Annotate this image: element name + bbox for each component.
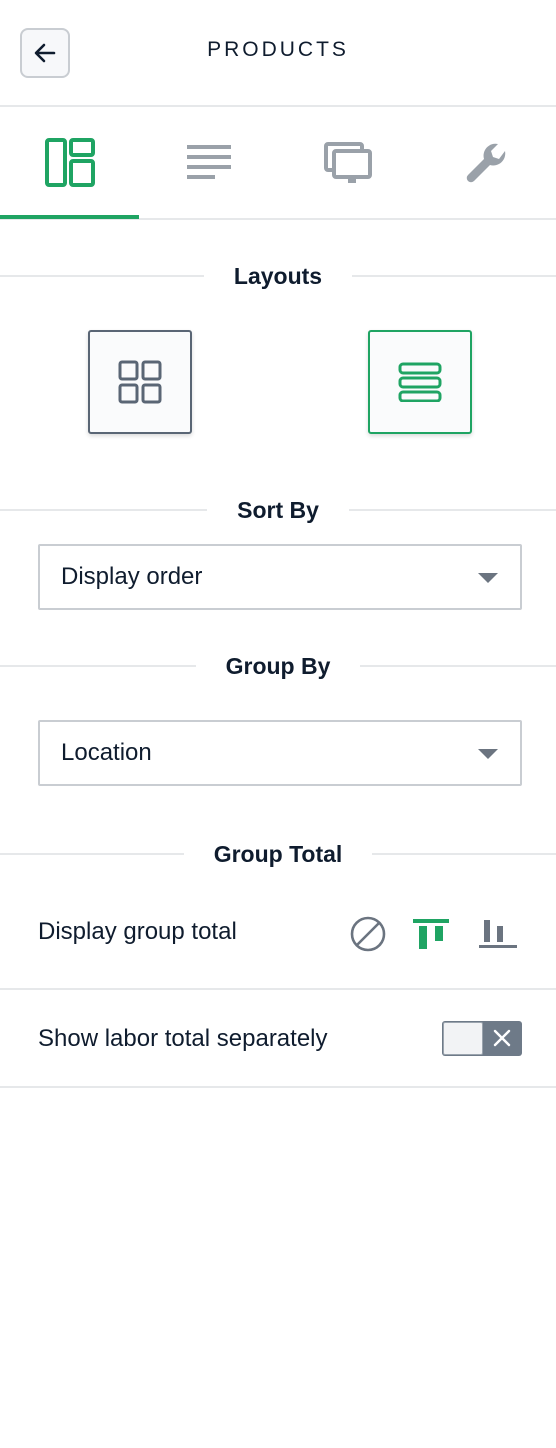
total-bottom-icon <box>479 920 517 948</box>
grid-layout-button[interactable] <box>88 330 192 434</box>
caret-down-icon <box>478 573 498 583</box>
group-total-heading: Group Total <box>213 840 343 867</box>
monitors-icon <box>323 141 372 183</box>
tab-bar <box>0 107 556 220</box>
text-lines-icon <box>186 144 231 179</box>
none-icon <box>350 916 386 952</box>
display-group-total-label: Display group total <box>38 918 237 945</box>
group-total-section-heading: Group Total <box>0 839 556 869</box>
group-by-select[interactable]: Location <box>38 720 522 786</box>
group-by-heading: Group By <box>225 652 331 679</box>
layout-panels-icon <box>44 137 95 187</box>
group-by-value: Location <box>61 739 152 766</box>
grid-layout-icon <box>118 360 162 404</box>
tab-settings[interactable] <box>417 107 556 218</box>
group-total-top-option[interactable] <box>409 910 453 954</box>
list-layout-button[interactable] <box>368 330 472 434</box>
labor-total-label: Show labor total separately <box>38 1025 328 1052</box>
list-layout-icon <box>398 362 442 402</box>
sort-by-value: Display order <box>61 563 203 590</box>
total-top-icon <box>413 919 449 949</box>
tab-layout[interactable] <box>0 107 139 219</box>
toggle-knob <box>443 1022 483 1055</box>
labor-total-toggle[interactable] <box>442 1021 522 1056</box>
layouts-section-heading: Layouts <box>0 261 556 291</box>
tab-text[interactable] <box>139 107 278 218</box>
group-total-none-option[interactable] <box>346 912 390 956</box>
tab-display[interactable] <box>278 107 417 218</box>
close-icon <box>491 1025 513 1051</box>
layouts-heading: Layouts <box>233 262 323 289</box>
sort-by-select[interactable]: Display order <box>38 544 522 610</box>
page-title: PRODUCTS <box>207 38 349 61</box>
display-group-total-row: Display group total <box>0 880 556 990</box>
header: PRODUCTS <box>0 0 556 107</box>
caret-down-icon <box>478 749 498 759</box>
group-total-bottom-option[interactable] <box>475 910 519 954</box>
sort-by-heading: Sort By <box>237 496 319 523</box>
wrench-icon <box>466 143 505 182</box>
group-by-section-heading: Group By <box>0 651 556 681</box>
sort-by-section-heading: Sort By <box>0 495 556 525</box>
